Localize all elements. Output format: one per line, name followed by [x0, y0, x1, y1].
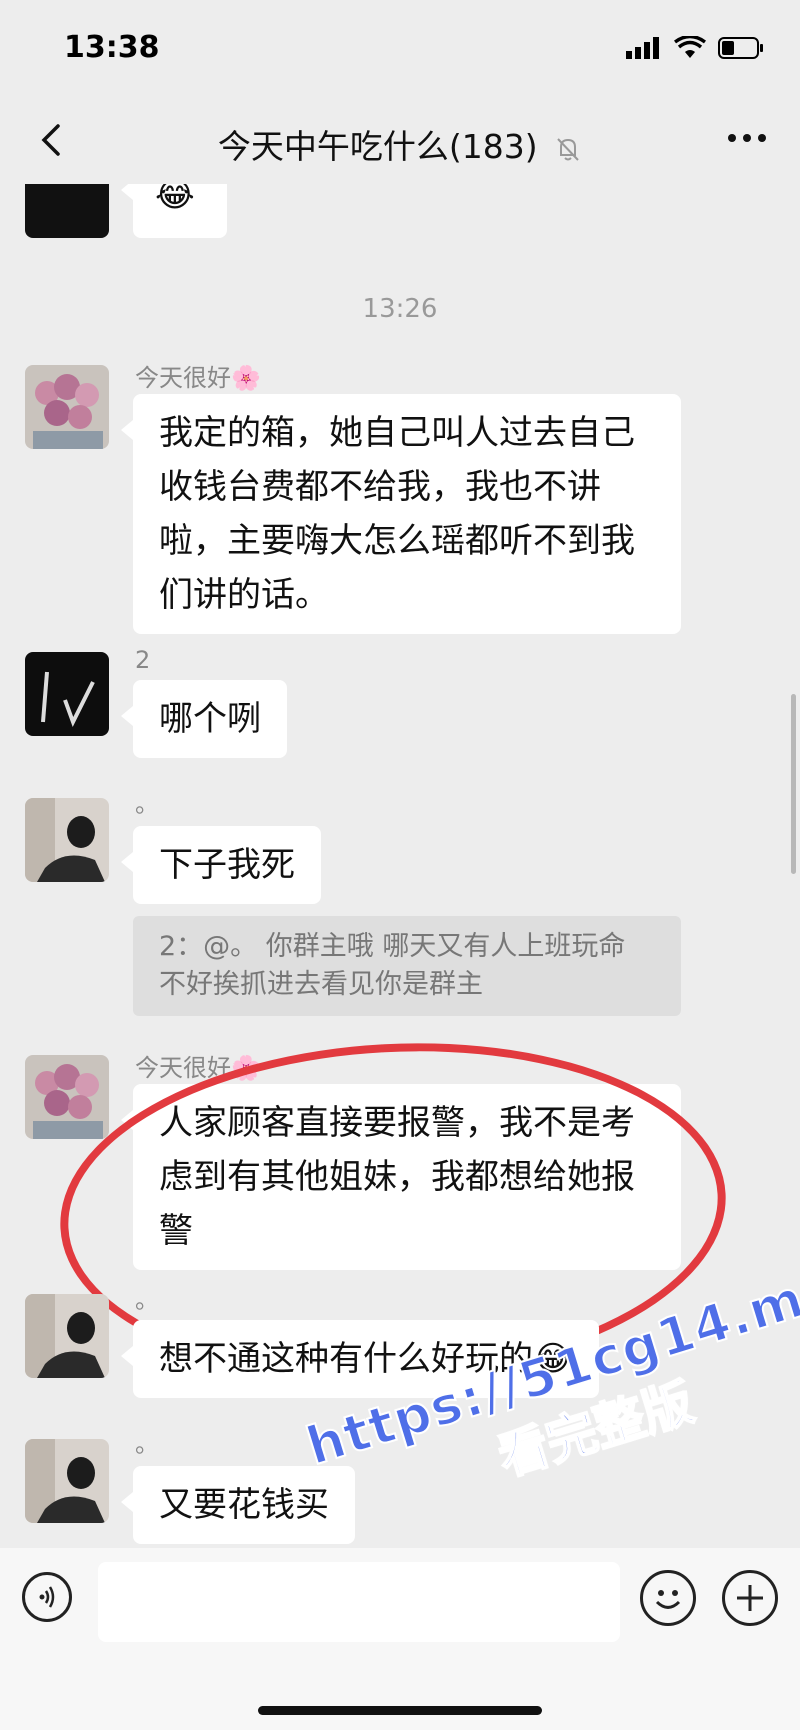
home-indicator[interactable]	[258, 1706, 542, 1715]
avatar-girl[interactable]	[25, 1294, 109, 1378]
sender-name: 2	[135, 646, 151, 674]
avatar-girl[interactable]	[25, 798, 109, 882]
battery-icon	[718, 37, 763, 59]
voice-icon	[39, 1586, 55, 1608]
wifi-icon	[674, 36, 706, 58]
quote-line: 不好挨抓进去看见你是群主	[159, 969, 483, 1000]
girl-avatar-image	[25, 1294, 109, 1378]
mute-bell-icon	[557, 137, 579, 161]
sender-name: 。	[135, 790, 159, 818]
more-options-button[interactable]	[728, 134, 766, 142]
sender-name: 今天很好🌸	[135, 364, 261, 392]
message-line: 啦，主要嗨大怎么瑶都听不到我	[159, 521, 635, 561]
message-timestamp: 13:26	[362, 294, 438, 324]
sender-name: 。	[135, 1286, 159, 1314]
status-icons	[626, 36, 764, 60]
status-bar: 13:38	[0, 0, 800, 100]
girl-avatar-image	[25, 798, 109, 882]
sender-name: 。	[135, 1430, 159, 1458]
quoted-reply[interactable]: 2：@。 你群主哦 哪天又有人上班玩命 不好挨抓进去看见你是群主	[133, 916, 681, 1016]
quote-line: 2：@。 你群主哦 哪天又有人上班玩命	[159, 931, 626, 962]
message-line: 哪个咧	[159, 699, 261, 739]
laughing-emoji: 😂	[155, 184, 195, 215]
message-bubble[interactable]: 下子我死	[121, 826, 321, 904]
dark-avatar-image	[25, 652, 109, 736]
voice-input-button[interactable]	[22, 1572, 72, 1622]
chat-header: 今天中午吃什么(183)	[0, 100, 800, 184]
chat-title: 今天中午吃什么(183)	[0, 120, 800, 168]
flowers-avatar-image	[25, 1055, 109, 1139]
plus-icon	[737, 1585, 763, 1611]
scrollbar[interactable]	[791, 694, 796, 874]
more-functions-button[interactable]	[722, 1570, 778, 1626]
dot-icon	[728, 134, 736, 142]
message-line: 我定的箱，她自己叫人过去自己	[159, 413, 635, 453]
chat-title-text: 今天中午吃什么(183)	[217, 127, 538, 166]
avatar-flowers[interactable]	[25, 1055, 109, 1139]
dot-icon	[743, 134, 751, 142]
signal-icon	[626, 37, 659, 59]
message-line: 收钱台费都不给我，我也不讲	[159, 467, 601, 507]
flowers-avatar-image	[25, 365, 109, 449]
status-time: 13:38	[64, 30, 160, 65]
input-bar	[0, 1548, 800, 1730]
avatar-girl[interactable]	[25, 1439, 109, 1523]
avatar-flowers[interactable]	[25, 365, 109, 449]
message-line: 下子我死	[159, 845, 295, 885]
message-line: 们讲的话。	[159, 575, 329, 615]
message-input[interactable]	[98, 1562, 620, 1642]
dot-icon	[758, 134, 766, 142]
message-bubble[interactable]: 😂	[121, 184, 227, 238]
message-bubble[interactable]: 我定的箱，她自己叫人过去自己 收钱台费都不给我，我也不讲 啦，主要嗨大怎么瑶都听…	[121, 394, 681, 634]
girl-avatar-image	[25, 1439, 109, 1523]
message-bubble[interactable]: 哪个咧	[121, 680, 287, 758]
avatar[interactable]	[25, 184, 109, 238]
avatar-dark[interactable]	[25, 652, 109, 736]
emoji-button[interactable]	[640, 1570, 696, 1626]
message-line: 又要花钱买	[159, 1485, 329, 1525]
smile-icon	[655, 1590, 681, 1609]
